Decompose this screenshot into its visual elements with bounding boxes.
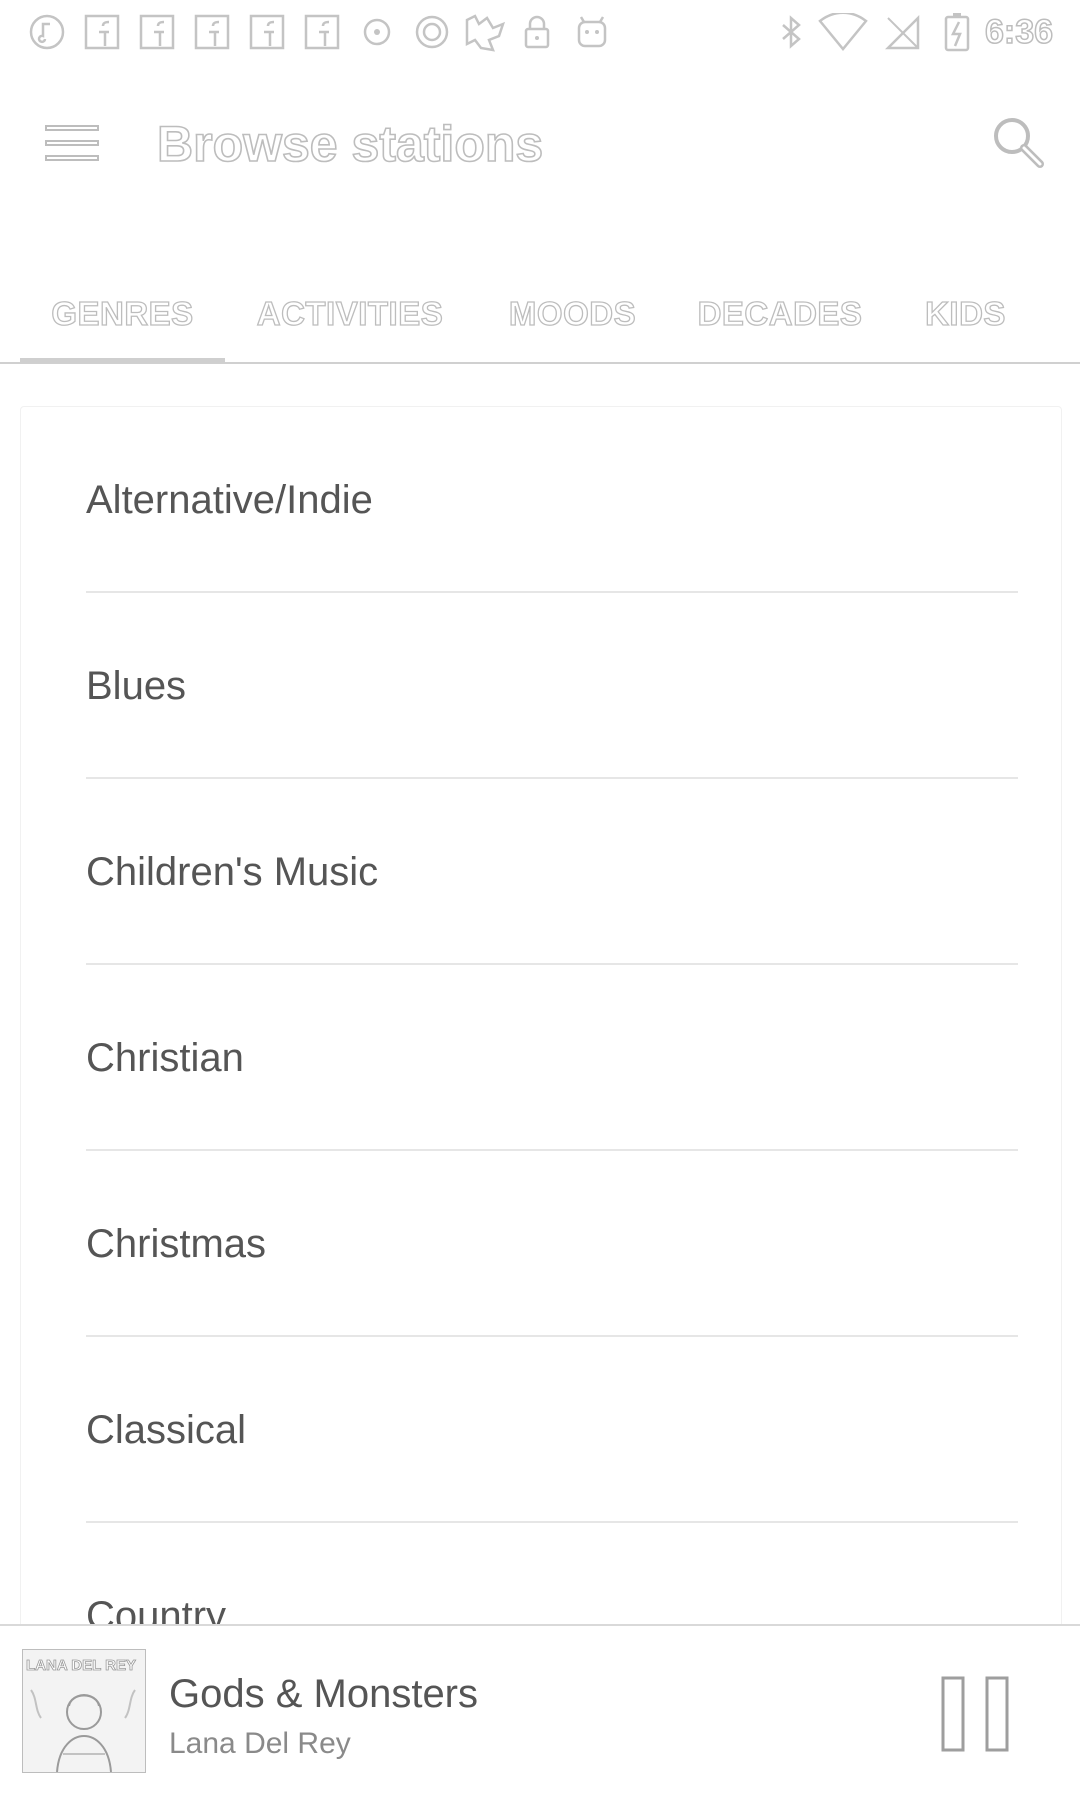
search-icon — [984, 118, 1054, 182]
app-bar: Browse stations GENRES ACTIVITIES MOODS … — [0, 62, 1080, 364]
search-button[interactable] — [984, 108, 1054, 178]
album-art-text: LANA DEL REY — [26, 1657, 136, 1674]
list-item-label: Alternative/Indie — [86, 478, 373, 522]
tab-decades[interactable]: DECADES — [690, 274, 870, 354]
list-item-label: Christian — [86, 1036, 244, 1080]
facebook-icon — [302, 12, 342, 52]
menu-button[interactable] — [44, 114, 102, 172]
list-item[interactable]: Christian — [86, 965, 1018, 1151]
facebook-icon — [192, 12, 232, 52]
list-item-label: Christmas — [86, 1222, 267, 1266]
track-title: Gods & Monsters — [169, 1672, 479, 1716]
list-item-label: Classical — [86, 1408, 247, 1452]
list-item-label: Blues — [86, 664, 187, 708]
list-item-label: Children's Music — [86, 850, 379, 894]
facebook-icon — [82, 12, 122, 52]
circle-icon — [412, 12, 452, 52]
wifi-icon — [818, 12, 868, 52]
album-art: LANA DEL REY — [22, 1649, 146, 1773]
pause-icon — [935, 1676, 1015, 1758]
list-item[interactable]: Blues — [86, 593, 1018, 779]
tab-moods[interactable]: MOODS — [490, 274, 655, 354]
android-icon — [572, 12, 612, 52]
bluetooth-icon — [771, 12, 811, 52]
music-note-icon — [27, 12, 67, 52]
status-bar: 6:36 — [0, 0, 1080, 63]
list-item[interactable]: Children's Music — [86, 779, 1018, 965]
status-time: 6:36 — [984, 12, 1054, 52]
list-item[interactable]: Christmas — [86, 1151, 1018, 1337]
facebook-icon — [247, 12, 287, 52]
tab-kids[interactable]: KIDS — [908, 274, 1023, 354]
track-artist: Lana Del Rey — [169, 1727, 351, 1760]
genre-list: Alternative/Indie Blues Children's Music… — [20, 406, 1062, 1628]
list-item[interactable]: Classical — [86, 1337, 1018, 1523]
lock-icon — [517, 12, 557, 52]
facebook-icon — [137, 12, 177, 52]
no-sim-icon — [882, 12, 922, 52]
tab-activities[interactable]: ACTIVITIES — [240, 274, 460, 354]
list-item[interactable]: Country — [86, 1523, 1018, 1628]
now-playing-bar[interactable]: LANA DEL REY Gods & Monsters Lana Del Re… — [0, 1624, 1080, 1796]
page-title: Browse stations — [156, 115, 544, 173]
pause-button[interactable] — [935, 1674, 1015, 1754]
hamburger-menu-icon — [44, 125, 102, 176]
selected-tab-indicator — [20, 358, 225, 363]
battery-charging-icon — [937, 12, 977, 52]
list-item[interactable]: Alternative/Indie — [86, 407, 1018, 593]
fun-app-icon — [462, 12, 508, 52]
record-icon — [357, 12, 397, 52]
list-item-label: Country — [86, 1594, 227, 1628]
tab-genres[interactable]: GENRES — [20, 274, 225, 354]
